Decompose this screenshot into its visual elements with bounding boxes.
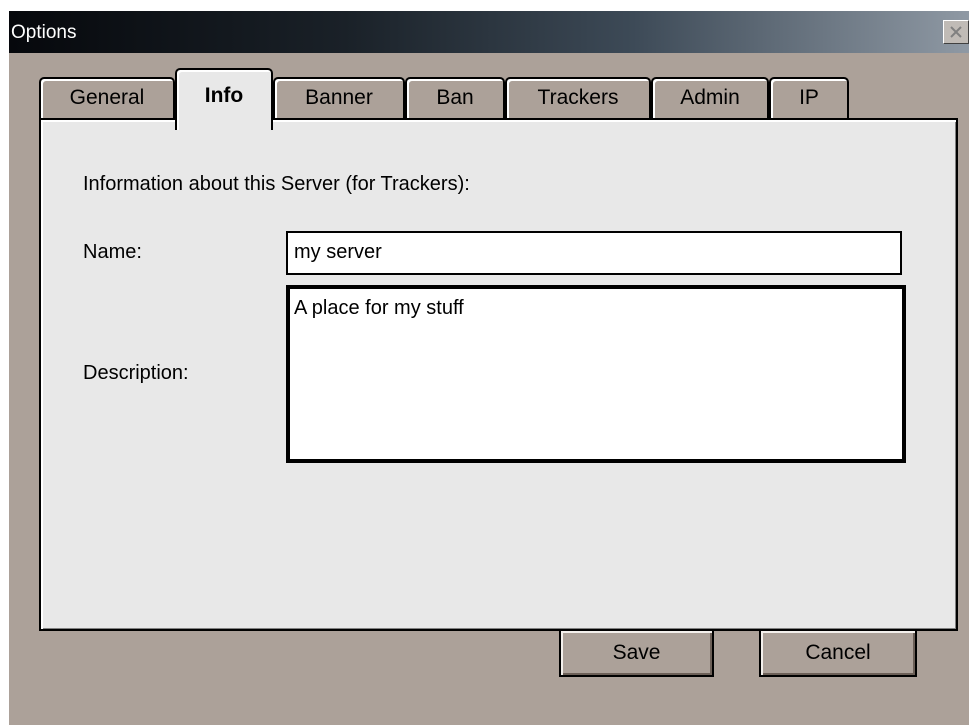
info-tab-panel: Information about this Server (for Track…	[39, 118, 958, 631]
tab-ip[interactable]: IP	[769, 77, 849, 119]
description-field[interactable]: A place for my stuff	[286, 285, 906, 463]
options-dialog: Options General Info Banner Ban Trackers…	[9, 11, 969, 725]
name-label: Name:	[83, 241, 142, 263]
description-label: Description:	[83, 362, 189, 384]
server-info-heading: Information about this Server (for Track…	[83, 173, 470, 195]
tab-banner[interactable]: Banner	[273, 77, 405, 119]
tab-trackers[interactable]: Trackers	[505, 77, 651, 119]
cancel-button[interactable]: Cancel	[759, 629, 917, 677]
tab-ban[interactable]: Ban	[405, 77, 505, 119]
name-field[interactable]: my server	[286, 231, 902, 275]
tab-strip: General Info Banner Ban Trackers Admin I…	[9, 11, 969, 131]
save-button[interactable]: Save	[559, 629, 714, 677]
tab-info[interactable]: Info	[175, 68, 273, 130]
tab-general[interactable]: General	[39, 77, 175, 119]
tab-admin[interactable]: Admin	[651, 77, 769, 119]
